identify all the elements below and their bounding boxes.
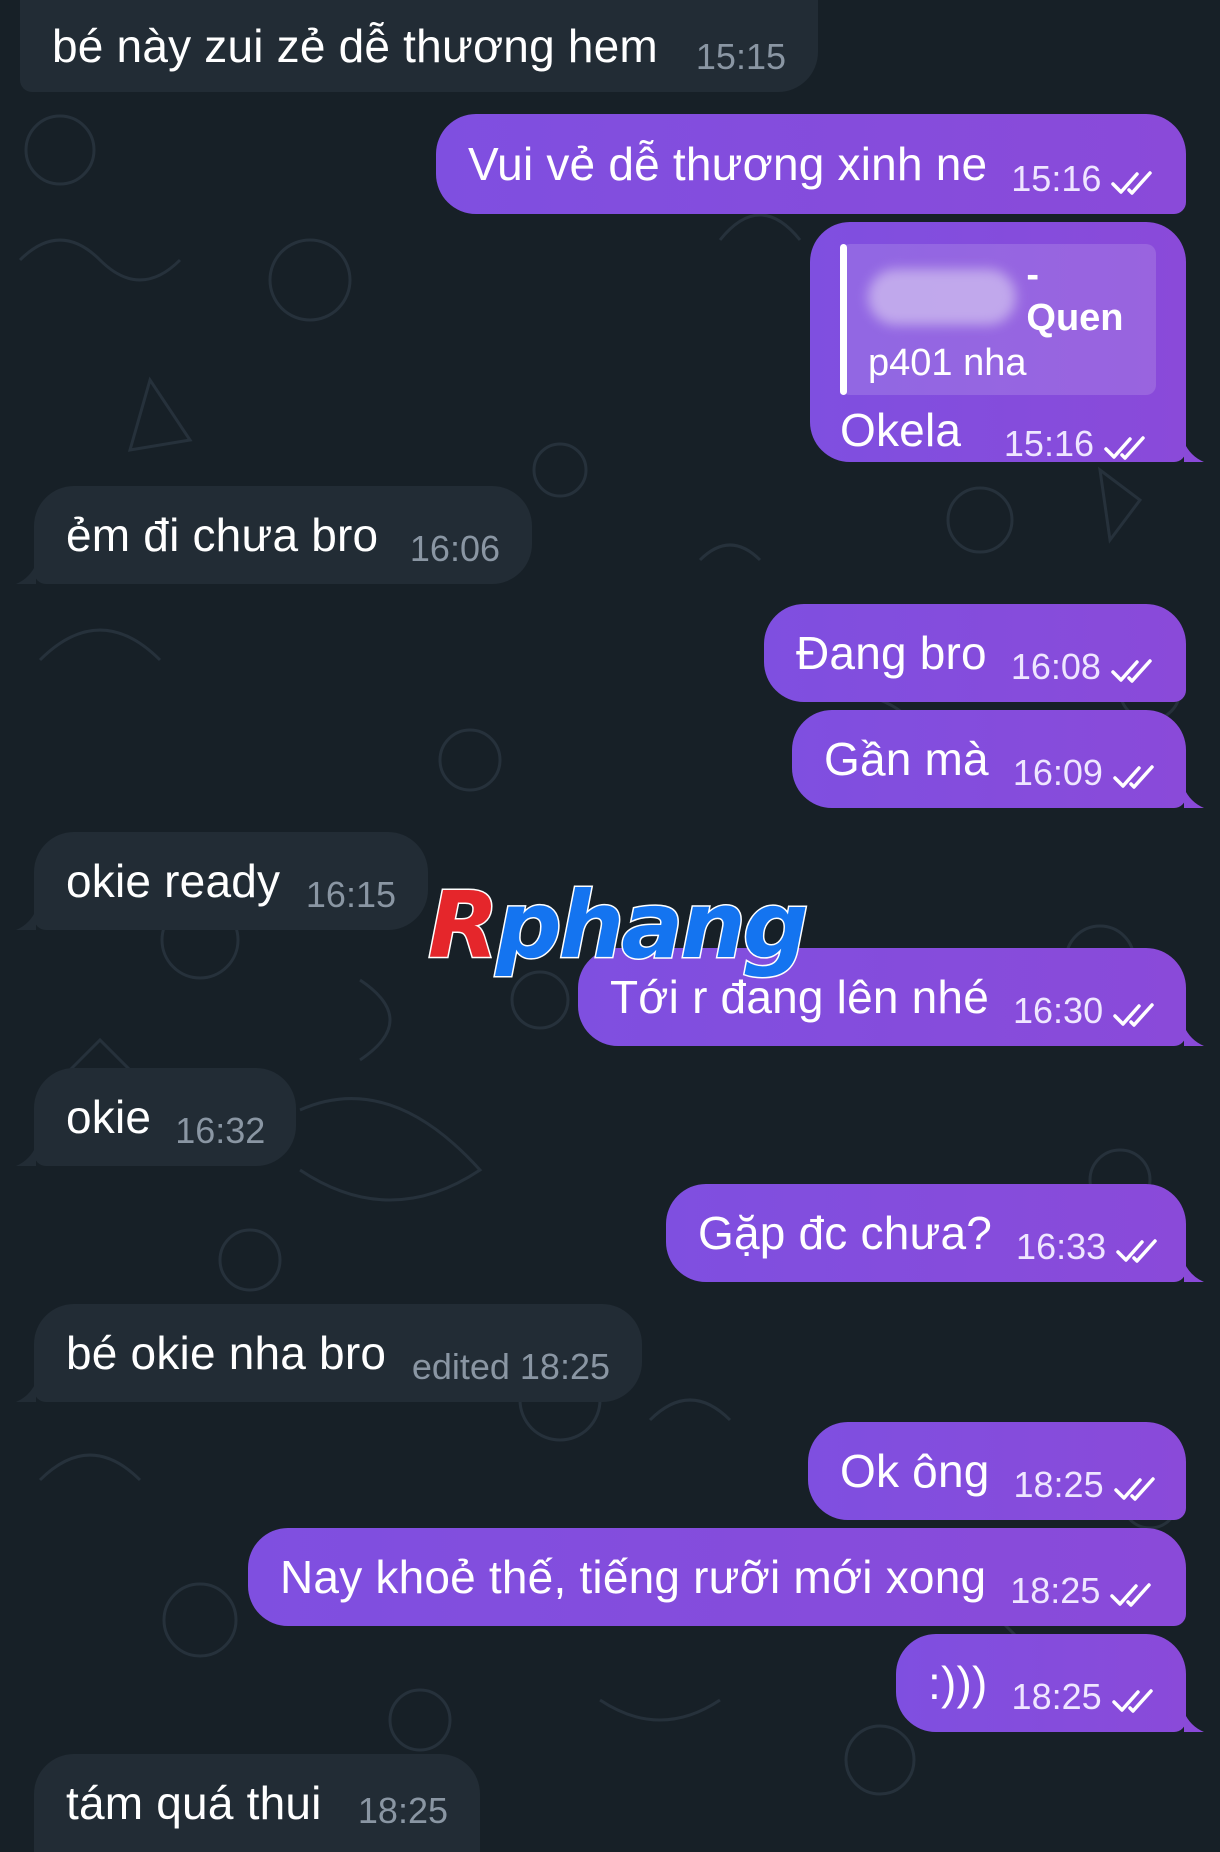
message-text: Ok ông	[840, 1445, 990, 1497]
bubble-tail	[16, 564, 36, 584]
message-time: 16:06	[409, 528, 500, 569]
reply-quote[interactable]: - Quen p401 nha	[840, 244, 1156, 395]
message-text: tám quá thui	[66, 1777, 322, 1829]
rphang-watermark-logo: Rphang	[427, 871, 811, 981]
bubble-tail	[16, 1382, 36, 1402]
message-time: 16:09	[1012, 752, 1103, 793]
bubble-tail	[1184, 442, 1204, 462]
message-time: 15:16	[1011, 158, 1102, 199]
bubble-tail	[1184, 788, 1204, 808]
message-bubble-incoming[interactable]: bé này zui zẻ dễ thương hem 15:15	[20, 0, 818, 92]
message-text: ẻm đi chưa bro	[66, 509, 379, 561]
chat-message-list[interactable]: bé này zui zẻ dễ thương hem 15:15 Vui vẻ…	[0, 0, 1220, 1852]
message-bubble-outgoing[interactable]: Gần mà 16:09	[792, 710, 1186, 808]
message-time: 15:16	[1003, 423, 1094, 464]
message-time: 18:25	[1011, 1676, 1102, 1717]
message-bubble-outgoing[interactable]: :))) 18:25	[896, 1634, 1186, 1732]
double-check-icon	[1104, 436, 1145, 460]
message-time: 16:15	[305, 874, 396, 915]
message-time: 16:33	[1016, 1226, 1107, 1267]
double-check-icon	[1116, 1239, 1157, 1263]
message-time: 16:08	[1010, 646, 1101, 687]
double-check-icon	[1111, 171, 1153, 195]
message-text: bé okie nha bro	[66, 1327, 387, 1379]
message-time-edited: edited 18:25	[411, 1346, 610, 1387]
message-text: Vui vẻ dễ thương xinh ne	[468, 138, 988, 190]
bubble-tail	[16, 910, 36, 930]
message-time: 18:25	[1013, 1464, 1104, 1505]
message-bubble-outgoing-reply[interactable]: - Quen p401 nha Okela 15:16	[810, 222, 1186, 464]
message-bubble-outgoing[interactable]: Vui vẻ dễ thương xinh ne 15:16	[436, 114, 1186, 214]
reply-quote-author: - Quen	[1026, 254, 1124, 339]
message-bubble-outgoing[interactable]: Nay khoẻ thế, tiếng rưỡi mới xong 18:25	[248, 1528, 1186, 1626]
message-time: 16:32	[175, 1110, 266, 1151]
message-text: Okela	[840, 404, 962, 456]
message-text: okie ready	[66, 855, 281, 907]
message-text: Gặp đc chưa?	[698, 1207, 993, 1259]
bubble-tail	[16, 1146, 36, 1166]
message-bubble-incoming[interactable]: okie 16:32	[34, 1068, 296, 1166]
double-check-icon	[1111, 659, 1152, 683]
message-text: Gần mà	[824, 733, 989, 785]
message-time: 18:25	[1010, 1570, 1101, 1611]
double-check-icon	[1113, 765, 1154, 789]
reply-quote-text: p401 nha	[868, 342, 1027, 384]
double-check-icon	[1111, 1689, 1153, 1713]
message-bubble-incoming[interactable]: ẻm đi chưa bro 16:06	[34, 486, 532, 584]
message-bubble-outgoing[interactable]: Ok ông 18:25	[808, 1422, 1186, 1520]
message-time: 15:15	[695, 36, 786, 77]
message-bubble-incoming[interactable]: okie ready 16:15	[34, 832, 428, 930]
message-bubble-outgoing[interactable]: Đang bro 16:08	[764, 604, 1186, 702]
message-text: bé này zui zẻ dễ thương hem	[52, 20, 658, 72]
double-check-icon	[1110, 1583, 1152, 1607]
message-text: :)))	[928, 1657, 988, 1709]
double-check-icon	[1113, 1477, 1155, 1501]
message-text: okie	[66, 1091, 152, 1143]
message-time: 16:30	[1013, 990, 1104, 1031]
message-text: Nay khoẻ thế, tiếng rưỡi mới xong	[280, 1551, 987, 1603]
message-text: Đang bro	[796, 627, 987, 679]
double-check-icon	[1113, 1003, 1154, 1027]
message-bubble-outgoing[interactable]: Gặp đc chưa? 16:33	[666, 1184, 1186, 1282]
bubble-tail	[1184, 1712, 1204, 1732]
bubble-tail	[1184, 1026, 1204, 1046]
message-bubble-incoming[interactable]: tám quá thui 18:25	[34, 1754, 480, 1852]
bubble-tail	[1184, 1262, 1204, 1282]
message-time: 18:25	[357, 1790, 448, 1831]
blurred-sender-name	[868, 269, 1017, 325]
message-bubble-incoming[interactable]: bé okie nha bro edited 18:25	[34, 1304, 642, 1402]
